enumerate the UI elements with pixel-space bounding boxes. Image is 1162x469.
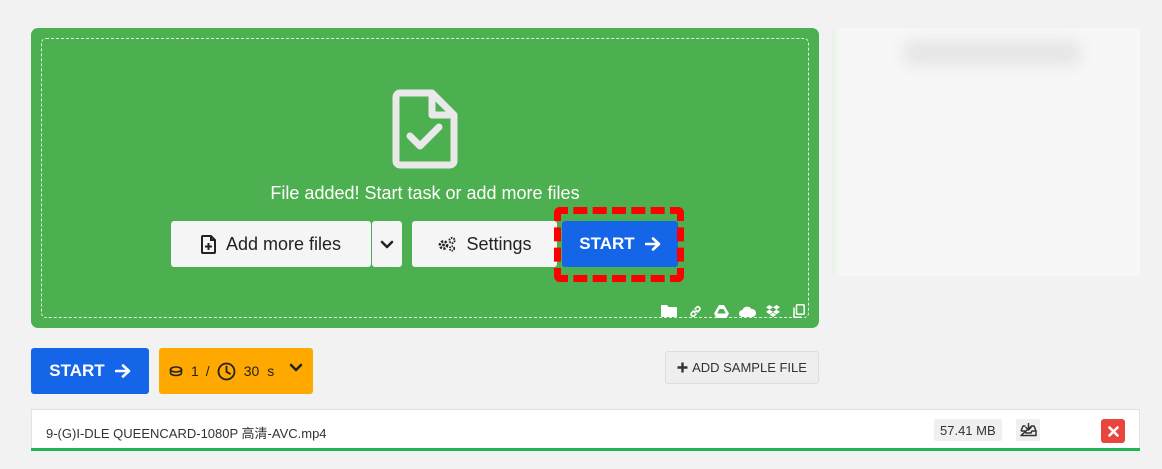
dropbox-icon[interactable] <box>764 304 782 318</box>
ad-placeholder <box>902 40 1082 66</box>
credits-count: 1 <box>191 363 199 379</box>
credits-time-dropdown[interactable]: 1 / 30 s <box>159 348 313 394</box>
ad-panel <box>832 28 1140 276</box>
add-sample-file-button[interactable]: ADD SAMPLE FILE <box>665 351 819 384</box>
dropzone-border <box>41 38 809 318</box>
onedrive-icon[interactable] <box>738 304 756 318</box>
file-progress-bar <box>31 448 1140 451</box>
credits-separator: / <box>205 363 210 379</box>
file-name: 9-(G)I-DLE QUEENCARD-1080P 高清-AVC.mp4 <box>46 426 327 441</box>
start-label: START <box>49 361 105 380</box>
download-file-button[interactable] <box>1016 419 1040 441</box>
inbox-download-icon <box>1019 423 1037 437</box>
start-button[interactable]: START <box>31 348 149 394</box>
clock-icon <box>217 362 236 380</box>
gears-icon <box>439 236 457 252</box>
settings-label: Settings <box>466 233 532 254</box>
google-drive-icon[interactable] <box>712 304 730 318</box>
coins-icon <box>169 365 183 376</box>
file-row: 9-(G)I-DLE QUEENCARD-1080P 高清-AVC.mp4 57… <box>31 409 1140 451</box>
add-source-dropdown-button[interactable] <box>372 221 402 267</box>
time-unit: s <box>267 363 275 379</box>
file-source-icons <box>660 304 808 318</box>
add-sample-file-label: ADD SAMPLE FILE <box>692 360 807 375</box>
arrow-right-icon <box>644 237 661 251</box>
file-plus-icon <box>200 234 216 254</box>
chevron-down-icon <box>289 363 303 372</box>
close-icon <box>1107 425 1119 437</box>
start-label: START <box>579 234 635 253</box>
arrow-right-icon <box>114 364 131 378</box>
drop-message: File added! Start task or add more files <box>270 183 580 203</box>
file-dropzone[interactable]: File added! Start task or add more files… <box>31 28 819 328</box>
settings-button[interactable]: Settings <box>412 221 557 267</box>
add-more-files-label: Add more files <box>225 233 342 254</box>
folder-icon[interactable] <box>660 304 678 318</box>
file-size-badge: 57.41 MB <box>934 419 1002 441</box>
start-button-dropzone[interactable]: START <box>562 221 678 267</box>
chevron-down-icon <box>380 240 394 248</box>
plus-icon <box>677 362 688 373</box>
time-value: 30 <box>243 363 260 379</box>
link-icon[interactable] <box>686 304 704 318</box>
file-check-icon <box>392 89 458 169</box>
add-more-files-button[interactable]: Add more files <box>171 221 371 267</box>
remove-file-button[interactable] <box>1101 419 1125 443</box>
clipboard-icon[interactable] <box>790 304 808 318</box>
